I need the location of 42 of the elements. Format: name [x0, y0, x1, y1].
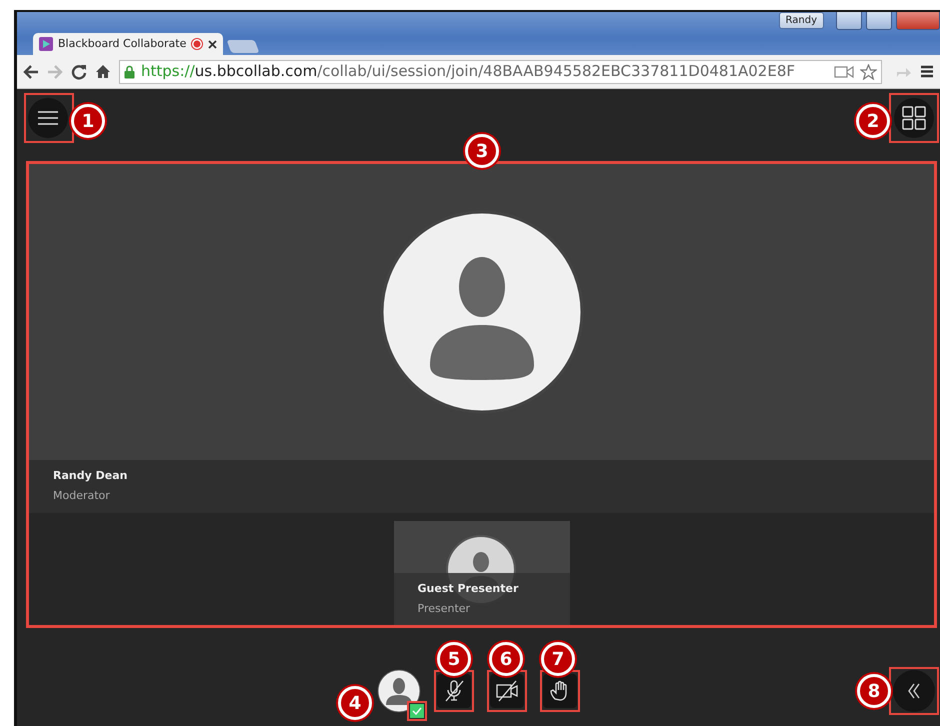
camera-button[interactable] — [490, 674, 524, 708]
microphone-button[interactable] — [437, 674, 471, 708]
callout-number: 6 — [489, 642, 523, 676]
back-icon[interactable] — [23, 64, 39, 78]
menu-button[interactable] — [28, 98, 68, 138]
maximize-button[interactable] — [866, 12, 892, 30]
url-text: https://us.bbcollab.com/collab/ui/session/join/48BAAB945582EBC337811D0481A02E8F — [141, 61, 796, 82]
menu-icon — [37, 110, 59, 126]
star-icon[interactable] — [860, 64, 877, 80]
tab-title: Blackboard Collaborate — [58, 36, 186, 52]
callout-number: 7 — [541, 642, 575, 676]
close-icon[interactable] — [208, 40, 217, 48]
participant-role: Presenter — [418, 600, 472, 616]
camera-icon — [495, 679, 519, 703]
callout-number: 1 — [71, 104, 105, 138]
browser-tab[interactable]: Blackboard Collaborate — [33, 33, 223, 55]
menu-icon[interactable] — [920, 65, 934, 78]
grid-icon — [902, 106, 926, 130]
status-checkbox[interactable] — [410, 704, 424, 718]
home-icon[interactable] — [95, 64, 111, 79]
callout-number: 2 — [856, 104, 890, 138]
minimize-button[interactable] — [836, 12, 862, 30]
app-logo-icon — [39, 37, 53, 51]
participant-name: Randy Dean — [53, 468, 128, 484]
callout-number: 8 — [857, 674, 891, 708]
user-button[interactable]: Randy — [778, 12, 824, 29]
close-button[interactable] — [896, 12, 940, 30]
participant-role: Moderator — [53, 488, 111, 504]
chevron-icon — [908, 683, 920, 699]
callout-number: 3 — [465, 134, 499, 168]
avatar-icon[interactable] — [377, 669, 421, 713]
reload-icon[interactable] — [71, 64, 87, 80]
callout-number: 5 — [437, 642, 471, 676]
participant-name: Guest Presenter — [418, 581, 520, 597]
collapse-panel-button[interactable] — [893, 670, 935, 712]
raise-hand-button[interactable] — [543, 674, 577, 708]
lock-icon — [124, 64, 135, 78]
address-bar[interactable]: https://us.bbcollab.com/collab/ui/session/join/48BAAB945582EBC337811D0481A02E8F — [119, 60, 882, 84]
layout-button[interactable] — [894, 98, 934, 138]
callout-number: 4 — [338, 686, 372, 720]
camera-icon — [834, 64, 854, 78]
new-tab-button[interactable] — [226, 40, 260, 53]
